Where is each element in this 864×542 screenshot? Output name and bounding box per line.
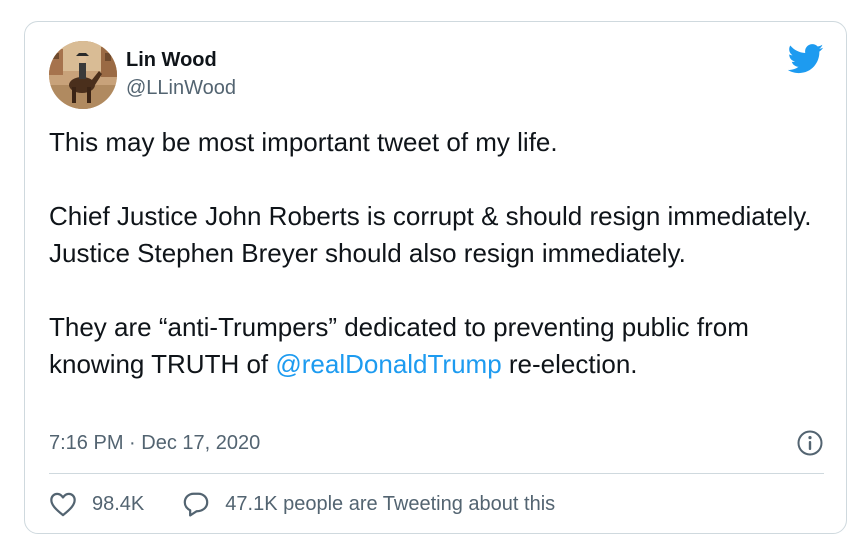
tweeting-about-button[interactable]: 47.1K people are Tweeting about this — [182, 491, 555, 517]
tweet-timestamp[interactable]: 7:16 PM · Dec 17, 2020 — [49, 430, 260, 456]
tweet-paragraph-1: This may be most important tweet of my l… — [49, 127, 558, 157]
mention-link[interactable]: @realDonaldTrump — [275, 349, 501, 379]
tweeting-about-text: 47.1K people are Tweeting about this — [225, 493, 556, 515]
divider — [49, 473, 824, 474]
tweet-paragraph-3-after: re-election. — [501, 349, 638, 379]
twitter-bird-icon[interactable] — [787, 44, 824, 74]
tweet-text: This may be most important tweet of my l… — [49, 124, 839, 383]
author-display-name[interactable]: Lin Wood — [126, 47, 236, 73]
author-handle[interactable]: @LLinWood — [126, 75, 236, 101]
tweet-actions: 98.4K 47.1K people are Tweeting about th… — [49, 491, 555, 517]
info-icon[interactable] — [796, 429, 824, 457]
tweet-paragraph-3: They are “anti-Trumpers” dedicated to pr… — [49, 309, 839, 383]
like-button[interactable]: 98.4K — [49, 491, 144, 517]
like-count: 98.4K — [92, 493, 145, 515]
tweet-paragraph-2: Chief Justice John Roberts is corrupt & … — [49, 201, 812, 268]
avatar-horse-rider-image — [49, 41, 117, 109]
speech-bubble-icon — [183, 492, 209, 517]
tweet-card: Lin Wood @LLinWood This may be most impo… — [24, 21, 847, 534]
heart-icon — [50, 492, 76, 517]
author-info[interactable]: Lin Wood @LLinWood — [126, 47, 236, 101]
avatar[interactable] — [49, 41, 117, 109]
